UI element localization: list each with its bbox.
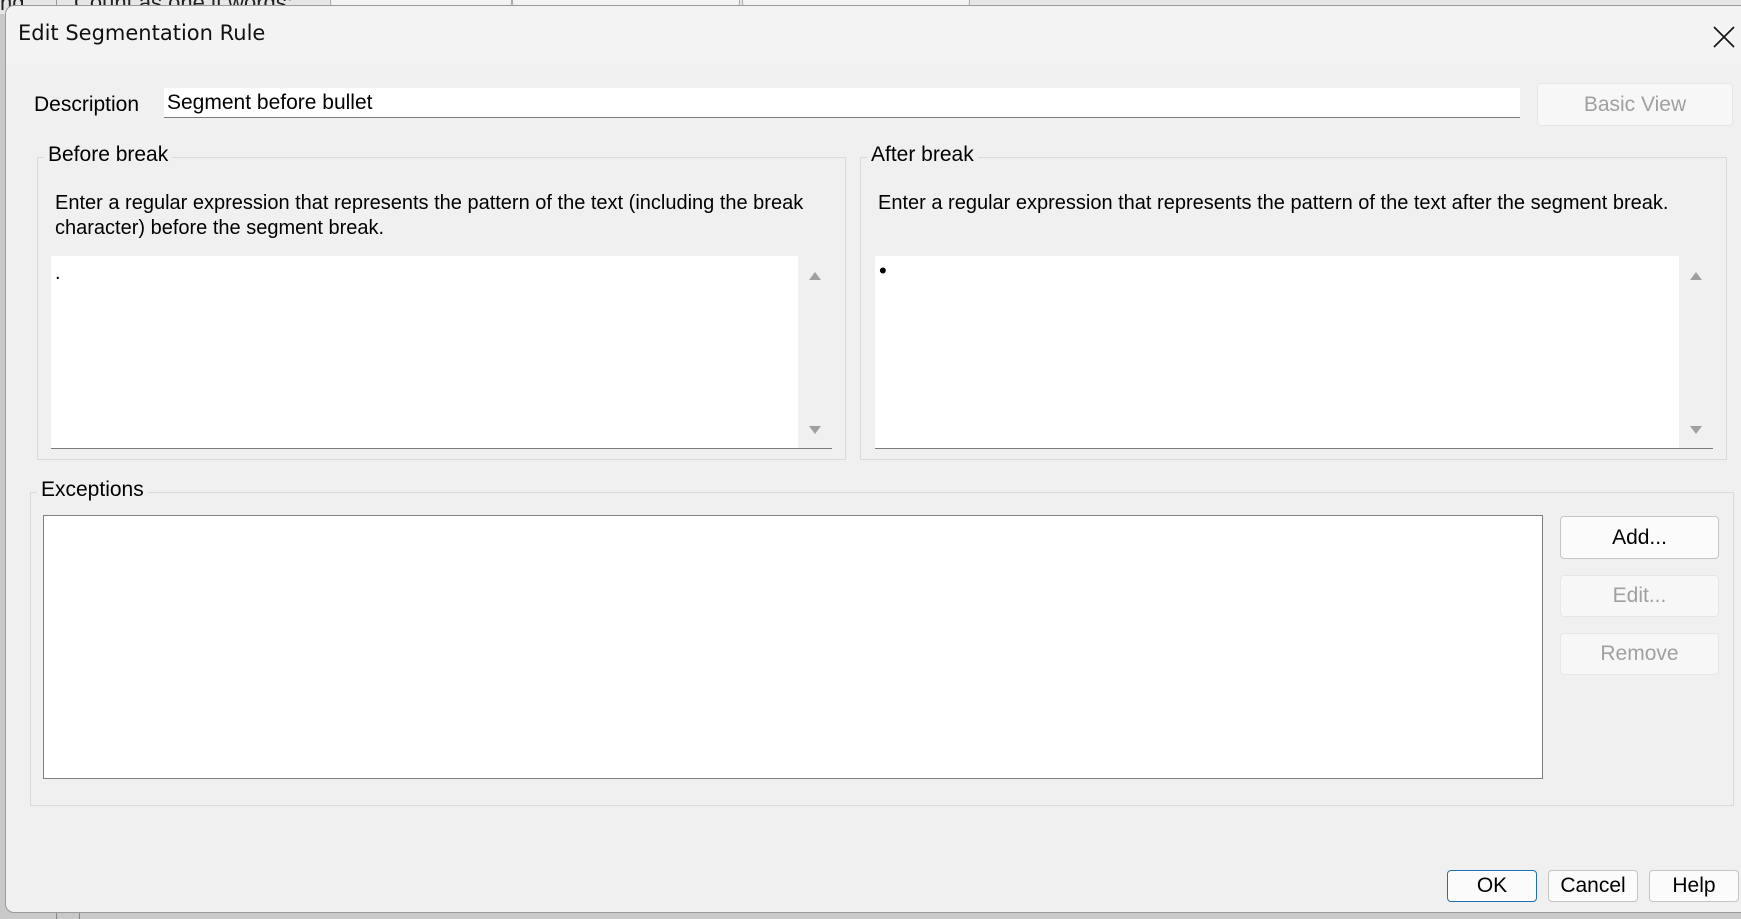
exceptions-title: Exceptions [37,478,148,502]
title-bar: Edit Segmentation Rule [6,6,1741,64]
after-break-group: After break Enter a regular expression t… [860,143,1727,460]
after-break-value: • [879,258,887,283]
scroll-up-arrow-icon[interactable] [1690,272,1702,280]
dialog-title: Edit Segmentation Rule [18,21,266,45]
after-break-title: After break [867,143,978,167]
after-break-scrollbar[interactable] [1679,256,1713,448]
help-button[interactable]: Help [1649,870,1739,902]
scroll-down-arrow-icon[interactable] [1690,426,1702,434]
scroll-up-arrow-icon[interactable] [809,272,821,280]
before-break-textarea[interactable]: . [51,256,832,449]
close-button[interactable] [1703,18,1741,54]
description-label: Description [34,93,140,116]
background-window-bottom [0,913,1741,919]
before-break-help: Enter a regular expression that represen… [55,192,804,239]
scroll-down-arrow-icon[interactable] [809,426,821,434]
before-break-value: . [55,262,61,284]
remove-exception-button[interactable]: Remove [1560,633,1719,675]
before-break-scrollbar[interactable] [798,256,832,448]
basic-view-button[interactable]: Basic View [1537,83,1733,126]
cancel-button[interactable]: Cancel [1548,870,1638,902]
exceptions-group: Exceptions Add... Edit... Remove [30,478,1734,806]
before-break-title: Before break [44,143,173,167]
description-input[interactable] [164,88,1520,118]
edit-exception-button[interactable]: Edit... [1560,575,1719,617]
edit-segmentation-rule-dialog: Edit Segmentation Rule Description Basic… [5,5,1741,913]
after-break-textarea[interactable]: • [875,256,1713,449]
exceptions-list[interactable] [43,515,1543,779]
ok-button[interactable]: OK [1447,870,1537,902]
after-break-help: Enter a regular expression that represen… [878,192,1669,214]
add-exception-button[interactable]: Add... [1560,516,1719,559]
close-icon [1713,26,1735,48]
before-break-group: Before break Enter a regular expression … [37,143,846,460]
